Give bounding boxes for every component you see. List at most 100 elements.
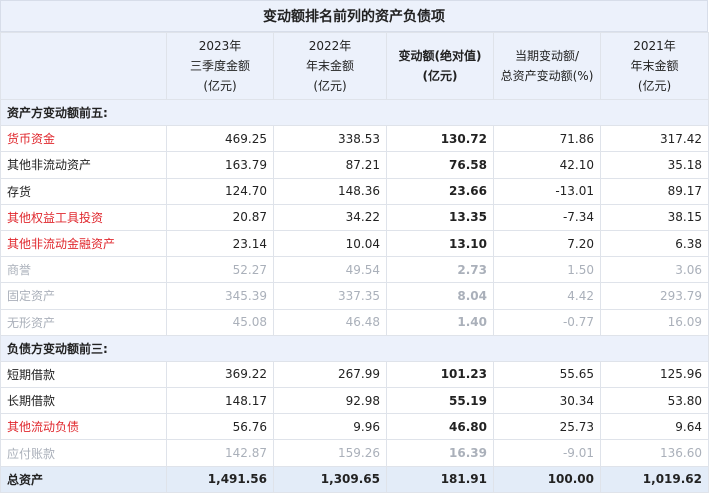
header-2021-year-end: 2021年 年末金额 (亿元) — [600, 32, 709, 100]
cell-2023-q3: 142.87 — [166, 439, 274, 467]
cell-2022-year-end: 92.98 — [273, 387, 387, 415]
row-name: 商誉 — [0, 256, 167, 284]
cell-2022-year-end: 338.53 — [273, 125, 387, 153]
cell-2021-year-end: 53.80 — [600, 387, 709, 415]
cell-2023-q3: 45.08 — [166, 308, 274, 336]
cell-2022-year-end: 148.36 — [273, 177, 387, 205]
table-row: 应付账款 142.87 159.26 16.39 -9.01 136.60 — [0, 439, 709, 467]
balance-sheet-table: 2023年 三季度金额 (亿元) 2022年 年末金额 (亿元) 变动额(绝对值) (亿元… — [0, 32, 709, 493]
header-change-ratio: 当期变动额/总资产变动额(%) — [493, 32, 601, 100]
cell-change-abs: 1.40 — [386, 308, 494, 336]
cell-change-ratio: 30.34 — [493, 387, 601, 415]
section-row-assets: 资产方变动额前五: — [0, 98, 709, 127]
cell-2021-year-end: 35.18 — [600, 151, 709, 179]
cell-2022-year-end: 9.96 — [273, 413, 387, 441]
header-2022-year-end: 2022年 年末金额 (亿元) — [273, 32, 387, 100]
total-2021-year-end: 1,019.62 — [600, 465, 709, 493]
cell-2021-year-end: 293.79 — [600, 282, 709, 310]
cell-2023-q3: 56.76 — [166, 413, 274, 441]
cell-2021-year-end: 125.96 — [600, 360, 709, 389]
row-name: 应付账款 — [0, 439, 167, 467]
row-name: 其他非流动金融资产 — [0, 229, 167, 258]
cell-change-ratio: -7.34 — [493, 203, 601, 231]
header-item-name — [0, 32, 167, 100]
row-name: 长期借款 — [0, 387, 167, 415]
cell-2021-year-end: 136.60 — [600, 439, 709, 467]
cell-2023-q3: 345.39 — [166, 282, 274, 310]
table-row: 短期借款 369.22 267.99 101.23 55.65 125.96 — [0, 360, 709, 389]
cell-2023-q3: 52.27 — [166, 256, 274, 284]
row-name: 短期借款 — [0, 360, 167, 389]
cell-change-ratio: 55.65 — [493, 360, 601, 389]
cell-change-abs: 130.72 — [386, 125, 494, 153]
cell-change-ratio: 1.50 — [493, 256, 601, 284]
table-title: 变动额排名前列的资产负债项 — [0, 0, 708, 32]
cell-2021-year-end: 38.15 — [600, 203, 709, 231]
table-row: 无形资产 45.08 46.48 1.40 -0.77 16.09 — [0, 308, 709, 336]
cell-2022-year-end: 10.04 — [273, 229, 387, 258]
cell-change-abs: 46.80 — [386, 413, 494, 441]
cell-2023-q3: 124.70 — [166, 177, 274, 205]
cell-2022-year-end: 87.21 — [273, 151, 387, 179]
header-2023-q3: 2023年 三季度金额 (亿元) — [166, 32, 274, 100]
cell-2021-year-end: 9.64 — [600, 413, 709, 441]
table-row: 其他非流动金融资产 23.14 10.04 13.10 7.20 6.38 — [0, 229, 709, 258]
table-row: 货币资金 469.25 338.53 130.72 71.86 317.42 — [0, 125, 709, 153]
cell-change-ratio: 4.42 — [493, 282, 601, 310]
cell-2021-year-end: 317.42 — [600, 125, 709, 153]
row-name: 货币资金 — [0, 125, 167, 153]
section-label-liabilities: 负债方变动额前三: — [0, 334, 709, 362]
section-row-liabilities: 负债方变动额前三: — [0, 334, 709, 362]
cell-2021-year-end: 6.38 — [600, 229, 709, 258]
cell-change-ratio: 7.20 — [493, 229, 601, 258]
cell-change-ratio: 42.10 — [493, 151, 601, 179]
table-body: 资产方变动额前五: 货币资金 469.25 338.53 130.72 71.86 317… — [0, 98, 709, 493]
cell-2023-q3: 163.79 — [166, 151, 274, 179]
cell-change-abs: 76.58 — [386, 151, 494, 179]
cell-2022-year-end: 46.48 — [273, 308, 387, 336]
cell-2021-year-end: 16.09 — [600, 308, 709, 336]
cell-change-abs: 2.73 — [386, 256, 494, 284]
table-row: 其他非流动资产 163.79 87.21 76.58 42.10 35.18 — [0, 151, 709, 179]
balance-sheet-table-container: 变动额排名前列的资产负债项 2023年 三季度金额 (亿元) 2022年 年末金额 (亿… — [0, 0, 710, 500]
cell-2021-year-end: 3.06 — [600, 256, 709, 284]
row-name: 其他非流动资产 — [0, 151, 167, 179]
table-row: 固定资产 345.39 337.35 8.04 4.42 293.79 — [0, 282, 709, 310]
total-change-ratio: 100.00 — [493, 465, 601, 493]
section-label-assets: 资产方变动额前五: — [0, 98, 709, 127]
table-row: 商誉 52.27 49.54 2.73 1.50 3.06 — [0, 256, 709, 284]
cell-2023-q3: 20.87 — [166, 203, 274, 231]
total-change-abs: 181.91 — [386, 465, 494, 493]
cell-change-abs: 101.23 — [386, 360, 494, 389]
row-name: 其他权益工具投资 — [0, 203, 167, 231]
cell-change-ratio: -13.01 — [493, 177, 601, 205]
cell-change-ratio: -9.01 — [493, 439, 601, 467]
cell-2022-year-end: 34.22 — [273, 203, 387, 231]
cell-2022-year-end: 159.26 — [273, 439, 387, 467]
cell-2023-q3: 148.17 — [166, 387, 274, 415]
cell-2022-year-end: 267.99 — [273, 360, 387, 389]
table-row: 存货 124.70 148.36 23.66 -13.01 89.17 — [0, 177, 709, 205]
cell-change-abs: 8.04 — [386, 282, 494, 310]
total-2023-q3: 1,491.56 — [166, 465, 274, 493]
row-name: 其他流动负债 — [0, 413, 167, 441]
cell-change-abs: 23.66 — [386, 177, 494, 205]
cell-2023-q3: 23.14 — [166, 229, 274, 258]
row-name: 存货 — [0, 177, 167, 205]
cell-2022-year-end: 49.54 — [273, 256, 387, 284]
cell-change-ratio: -0.77 — [493, 308, 601, 336]
cell-2023-q3: 469.25 — [166, 125, 274, 153]
table-row: 长期借款 148.17 92.98 55.19 30.34 53.80 — [0, 387, 709, 415]
cell-change-ratio: 25.73 — [493, 413, 601, 441]
table-header: 2023年 三季度金额 (亿元) 2022年 年末金额 (亿元) 变动额(绝对值) (亿元… — [0, 32, 709, 100]
cell-change-abs: 16.39 — [386, 439, 494, 467]
total-name: 总资产 — [0, 465, 167, 493]
row-name: 无形资产 — [0, 308, 167, 336]
row-name: 固定资产 — [0, 282, 167, 310]
cell-2023-q3: 369.22 — [166, 360, 274, 389]
header-change-abs: 变动额(绝对值) (亿元) — [386, 32, 494, 100]
cell-change-abs: 13.35 — [386, 203, 494, 231]
total-2022-year-end: 1,309.65 — [273, 465, 387, 493]
cell-change-abs: 55.19 — [386, 387, 494, 415]
table-row: 其他流动负债 56.76 9.96 46.80 25.73 9.64 — [0, 413, 709, 441]
